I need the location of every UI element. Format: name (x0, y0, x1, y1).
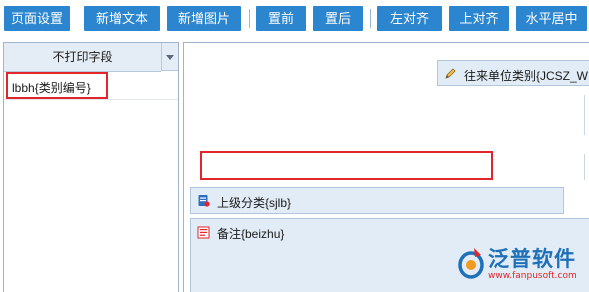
watermark-name: 泛普软件 (488, 247, 576, 271)
text-lines-icon (197, 226, 210, 239)
align-left-button[interactable]: 左对齐 (377, 6, 442, 31)
canvas-field-wllb[interactable]: 往来单位类别{JCSZ_W (437, 60, 589, 86)
add-text-button[interactable]: 新增文本 (84, 6, 160, 31)
document-icon (198, 195, 210, 207)
guide-line (584, 95, 585, 135)
add-image-button[interactable]: 新增图片 (167, 6, 241, 31)
guide-line (584, 154, 585, 180)
field-label: 往来单位类别{JCSZ_W (464, 69, 589, 83)
highlight-box (200, 151, 493, 180)
chevron-down-icon[interactable] (161, 43, 178, 71)
watermark-url: www.fanpusoft.com (488, 271, 577, 281)
panel-header: 不打印字段 (4, 43, 161, 72)
toolbar-separator (249, 9, 250, 28)
highlight-box (6, 72, 108, 99)
align-top-button[interactable]: 上对齐 (449, 6, 509, 31)
send-backward-button[interactable]: 置后 (313, 6, 363, 31)
field-label: 上级分类{sjlb} (217, 196, 292, 210)
bring-forward-button[interactable]: 置前 (256, 6, 306, 31)
canvas-field-sjlb[interactable]: 上级分类{sjlb} (190, 187, 564, 214)
toolbar: 页面设置 新增文本 新增图片 置前 置后 左对齐 上对齐 水平居中 (0, 0, 589, 38)
page-setup-button[interactable]: 页面设置 (4, 6, 70, 31)
pencil-icon (445, 68, 456, 79)
toolbar-separator (370, 9, 371, 28)
watermark-logo: 泛普软件 www.fanpusoft.com (454, 243, 586, 289)
center-horizontal-button[interactable]: 水平居中 (516, 6, 587, 31)
field-label: 备注{beizhu} (217, 227, 285, 241)
logo-ring-icon (458, 248, 484, 279)
